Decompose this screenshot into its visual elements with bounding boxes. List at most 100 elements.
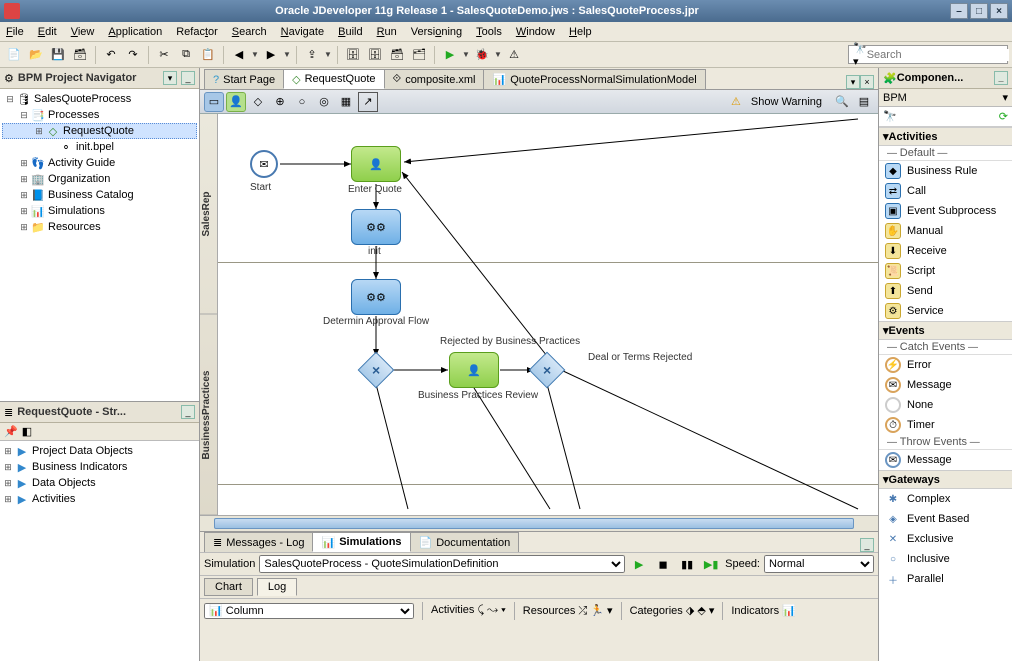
new-icon[interactable]: 📄 (4, 45, 24, 65)
palette-service[interactable]: ⚙Service (879, 301, 1012, 321)
view-tab-log[interactable]: Log (257, 578, 297, 596)
db4-icon[interactable]: 🗂 (409, 45, 429, 65)
sim-pause-icon[interactable]: ▮▮ (677, 554, 697, 574)
menu-refactor[interactable]: Refactor (176, 26, 218, 38)
palette-min-icon[interactable]: _ (994, 71, 1008, 85)
palette-event-based[interactable]: ◈Event Based (879, 509, 1012, 529)
minimize-button[interactable]: – (950, 3, 968, 19)
db2-icon[interactable]: 🗄 (365, 45, 385, 65)
structure-min-icon[interactable]: _ (181, 405, 195, 419)
bpm-navigator-tree[interactable]: ⊟🛢SalesQuoteProcess ⊟📑Processes ⊞◇Reques… (0, 89, 199, 401)
tree-item-initbpel[interactable]: ⚬init.bpel (2, 139, 197, 155)
paste-icon[interactable]: 📋 (198, 45, 218, 65)
group-indicators[interactable]: Indicators 📊 (731, 604, 795, 617)
tool-gateway-icon[interactable]: ◇ (248, 92, 268, 112)
pin-icon[interactable]: 📌 (4, 425, 18, 438)
group-resources[interactable]: Resources ⤮ 🏃 ▾ (523, 604, 613, 618)
task-enter-quote[interactable]: 👤 (351, 146, 401, 182)
global-search[interactable]: 🔭▾ (848, 45, 1008, 64)
task-bpr[interactable]: 👤 (449, 352, 499, 388)
tree-root[interactable]: ⊟🛢SalesQuoteProcess (2, 91, 197, 107)
tabs-menu-icon[interactable]: ▾ (846, 75, 860, 89)
refresh-icon[interactable]: ⟳ (999, 110, 1008, 123)
cut-icon[interactable]: ✂ (154, 45, 174, 65)
palette-error[interactable]: ⚡Error (879, 355, 1012, 375)
undo-icon[interactable]: ↶ (101, 45, 121, 65)
tree-business-catalog[interactable]: ⊞📘Business Catalog (2, 187, 197, 203)
tool-event-icon[interactable]: ○ (292, 92, 312, 112)
redo-icon[interactable]: ↷ (123, 45, 143, 65)
tool-select-icon[interactable]: ↗ (358, 92, 378, 112)
copy-icon[interactable]: ⧉ (176, 45, 196, 65)
sim-play-icon[interactable]: ▶ (629, 554, 649, 574)
canvas-h-scrollbar[interactable] (200, 515, 878, 531)
bottom-min-icon[interactable]: _ (860, 538, 874, 552)
tab-documentation[interactable]: 📄Documentation (410, 532, 520, 552)
menu-run[interactable]: Run (377, 26, 397, 38)
tabs-close-icon[interactable]: × (860, 75, 874, 89)
view-tab-chart[interactable]: Chart (204, 578, 253, 596)
bpmn-canvas[interactable]: ✉ Start 👤 Enter Quote ⚙⚙ init ⚙⚙ Determi… (218, 114, 878, 515)
tree-organization[interactable]: ⊞🏢Organization (2, 171, 197, 187)
chart-type-select[interactable]: 📊 Column (204, 603, 414, 619)
tab-simulations[interactable]: 📊Simulations (312, 532, 410, 552)
tab-simmodel[interactable]: 📊QuoteProcessNormalSimulationModel (483, 69, 705, 89)
palette-script[interactable]: 📜Script (879, 261, 1012, 281)
palette-receive[interactable]: ⬇Receive (879, 241, 1012, 261)
section-activities[interactable]: ▾ Activities (879, 127, 1012, 146)
task-init[interactable]: ⚙⚙ (351, 209, 401, 245)
palette-category[interactable]: BPM▾ (879, 89, 1012, 107)
menu-navigate[interactable]: Navigate (281, 26, 324, 38)
tool-add-icon[interactable]: ⊕ (270, 92, 290, 112)
tool-data-icon[interactable]: ▦ (336, 92, 356, 112)
menu-build[interactable]: Build (338, 26, 362, 38)
save-icon[interactable]: 💾 (48, 45, 68, 65)
palette-timer[interactable]: ⏱Timer (879, 415, 1012, 435)
palette-complex[interactable]: ✱Complex (879, 489, 1012, 509)
group-categories[interactable]: Categories ⬗ ⬘ ▾ (630, 604, 715, 617)
panel-min-icon[interactable]: _ (181, 71, 195, 85)
tab-requestquote[interactable]: ◇RequestQuote (283, 69, 384, 89)
tab-startpage[interactable]: ?Start Page (204, 69, 284, 89)
tab-messages-log[interactable]: ≣Messages - Log (204, 532, 313, 552)
debug-icon[interactable]: 🐞 (472, 45, 492, 65)
tool-end-icon[interactable]: ◎ (314, 92, 334, 112)
menu-tools[interactable]: Tools (476, 26, 502, 38)
tab-composite[interactable]: ⟐composite.xml (384, 69, 485, 89)
gateway-1[interactable]: × (358, 352, 395, 389)
task-det-flow[interactable]: ⚙⚙ (351, 279, 401, 315)
overview-icon[interactable]: ▤ (854, 92, 874, 112)
menu-application[interactable]: Application (108, 26, 162, 38)
run-icon[interactable]: ▶ (440, 45, 460, 65)
structure-tree[interactable]: ⊞▶Project Data Objects ⊞▶Business Indica… (0, 441, 199, 661)
palette-send[interactable]: ⬆Send (879, 281, 1012, 301)
tool-task-icon[interactable]: ▭ (204, 92, 224, 112)
palette-business-rule[interactable]: ◆Business Rule (879, 161, 1012, 181)
structure-item[interactable]: ⊞▶Project Data Objects (2, 443, 197, 459)
panel-menu-icon[interactable]: ▾ (163, 71, 177, 85)
menu-view[interactable]: View (71, 26, 95, 38)
sim-ff-icon[interactable]: ▶▮ (701, 554, 721, 574)
menu-window[interactable]: Window (516, 26, 555, 38)
tree-item-requestquote[interactable]: ⊞◇RequestQuote (2, 123, 197, 139)
palette-event-subprocess[interactable]: ▣Event Subprocess (879, 201, 1012, 221)
palette-exclusive[interactable]: ✕Exclusive (879, 529, 1012, 549)
db-icon[interactable]: 🗄 (343, 45, 363, 65)
section-gateways[interactable]: ▾ Gateways (879, 470, 1012, 489)
view-icon[interactable]: ◧ (22, 425, 32, 438)
palette-none[interactable]: None (879, 395, 1012, 415)
db3-icon[interactable]: 🗃 (387, 45, 407, 65)
palette-parallel[interactable]: ＋Parallel (879, 569, 1012, 589)
forward-icon[interactable]: ▶ (261, 45, 281, 65)
menu-help[interactable]: Help (569, 26, 592, 38)
section-events[interactable]: ▾ Events (879, 321, 1012, 340)
zoom-icon[interactable]: 🔍 (832, 92, 852, 112)
menu-search[interactable]: Search (232, 26, 267, 38)
structure-item[interactable]: ⊞▶Activities (2, 491, 197, 507)
saveall-icon[interactable]: 🗃 (70, 45, 90, 65)
tree-resources[interactable]: ⊞📁Resources (2, 219, 197, 235)
sim-stop-icon[interactable]: ◼ (653, 554, 673, 574)
group-activities[interactable]: Activities ⤹ ↝ ▾ (431, 604, 506, 617)
close-button[interactable]: × (990, 3, 1008, 19)
palette-message[interactable]: ✉Message (879, 375, 1012, 395)
